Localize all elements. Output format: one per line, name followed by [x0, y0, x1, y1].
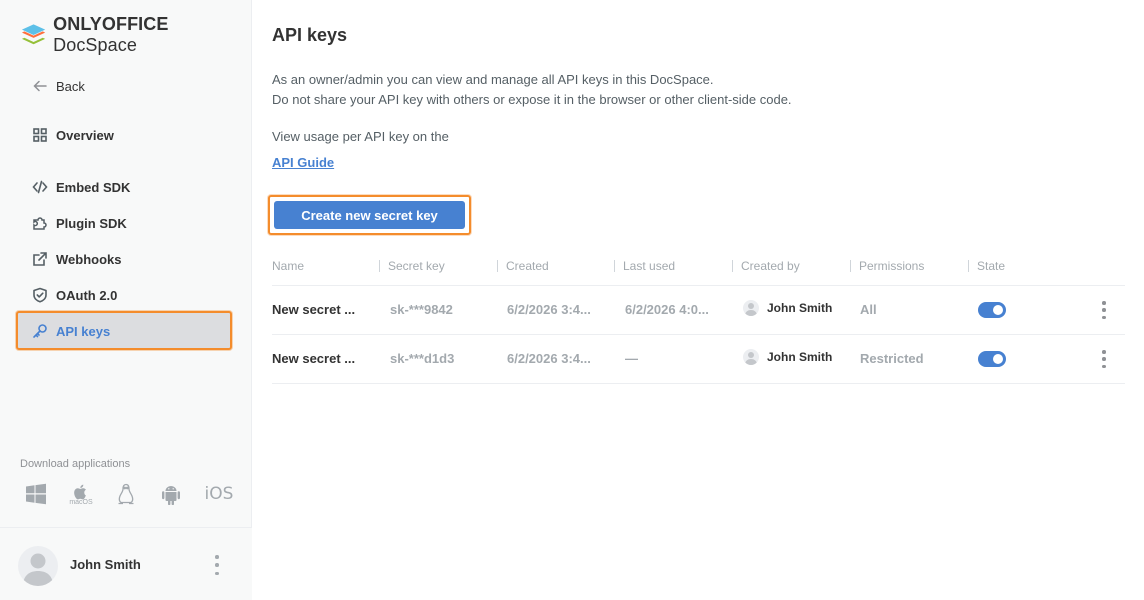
shield-check-icon: [32, 287, 48, 303]
created-by-user: John Smith: [743, 349, 832, 365]
linux-icon[interactable]: [114, 481, 138, 507]
usage-text: View usage per API key on the: [272, 129, 449, 144]
column-header-name[interactable]: Name: [272, 259, 304, 273]
column-header-secret-key[interactable]: Secret key: [379, 259, 445, 273]
key-name: New secret ...: [272, 302, 356, 317]
column-header-created[interactable]: Created: [497, 259, 549, 273]
brand-name: ONLYOFFICE DocSpace: [53, 14, 169, 55]
sidebar-item-webhooks[interactable]: Webhooks: [32, 249, 122, 269]
code-icon: [32, 179, 48, 195]
back-link[interactable]: Back: [32, 76, 85, 96]
create-secret-key-button[interactable]: Create new secret key: [274, 201, 465, 229]
table-row[interactable]: New secret ... sk-***d1d3 6/2/2026 3:4..…: [272, 335, 1125, 384]
description-line: Do not share your API key with others or…: [272, 92, 792, 107]
column-header-created-by[interactable]: Created by: [732, 259, 800, 273]
description-line: As an owner/admin you can view and manag…: [272, 72, 714, 87]
sidebar-item-plugin-sdk[interactable]: Plugin SDK: [32, 213, 127, 233]
state-toggle[interactable]: [978, 351, 1006, 367]
sidebar-item-label: Webhooks: [56, 251, 122, 267]
user-name: John Smith: [70, 557, 141, 572]
user-avatar-icon: [743, 349, 759, 365]
table-row[interactable]: New secret ... sk-***9842 6/2/2026 3:4..…: [272, 286, 1125, 335]
permissions-value: Restricted: [860, 351, 924, 366]
user-menu-button[interactable]: [210, 555, 224, 575]
row-menu-button[interactable]: [1099, 350, 1109, 368]
ios-icon[interactable]: iOS: [204, 481, 234, 507]
key-name: New secret ...: [272, 351, 356, 366]
last-used-date: 6/2/2026 4:0...: [625, 302, 709, 317]
arrow-left-icon: [32, 78, 48, 94]
download-apps-label: Download applications: [20, 458, 131, 470]
api-keys-table: Name Secret key Created Last used Create…: [272, 250, 1125, 384]
windows-icon[interactable]: [24, 481, 48, 507]
sidebar-item-label: OAuth 2.0: [56, 287, 118, 303]
sidebar-item-label: Overview: [56, 127, 114, 143]
sidebar-item-overview[interactable]: Overview: [32, 125, 114, 145]
page-description: As an owner/admin you can view and manag…: [272, 70, 792, 110]
column-header-last-used[interactable]: Last used: [614, 259, 675, 273]
sidebar: ONLYOFFICE DocSpace Back Overview Embed …: [0, 0, 252, 600]
last-used-date: —: [625, 351, 638, 366]
created-by-name: John Smith: [767, 350, 833, 364]
column-header-state[interactable]: State: [968, 259, 1005, 273]
secret-key-value: sk-***9842: [390, 302, 453, 317]
back-label: Back: [56, 78, 85, 94]
column-header-permissions[interactable]: Permissions: [850, 259, 924, 273]
created-date: 6/2/2026 3:4...: [507, 302, 591, 317]
sidebar-item-api-keys[interactable]: API keys: [32, 321, 110, 341]
brand-logo[interactable]: ONLYOFFICE DocSpace: [20, 14, 251, 55]
api-guide-link[interactable]: API Guide: [272, 155, 334, 170]
puzzle-icon: [32, 215, 48, 231]
user-avatar-icon: [743, 300, 759, 316]
onlyoffice-logo-icon: [21, 24, 46, 45]
android-icon[interactable]: [159, 481, 183, 507]
permissions-value: All: [860, 302, 877, 317]
sidebar-item-oauth[interactable]: OAuth 2.0: [32, 285, 117, 305]
page-title: API keys: [272, 25, 348, 45]
download-apps-list: macOS iOS: [24, 481, 255, 507]
main-content: API keys As an owner/admin you can view …: [252, 0, 1144, 600]
created-by-user: John Smith: [743, 300, 832, 316]
created-date: 6/2/2026 3:4...: [507, 351, 591, 366]
key-icon: [32, 323, 48, 339]
sidebar-item-label: API keys: [56, 323, 111, 339]
sidebar-item-embed-sdk[interactable]: Embed SDK: [32, 177, 130, 197]
user-panel: John Smith: [0, 527, 252, 600]
macos-label: macOS: [69, 498, 93, 506]
secret-key-value: sk-***d1d3: [390, 351, 455, 366]
state-toggle[interactable]: [978, 302, 1006, 318]
table-header: Name Secret key Created Last used Create…: [272, 250, 1125, 286]
avatar[interactable]: [18, 546, 58, 586]
grid-icon: [32, 127, 48, 143]
apple-icon[interactable]: macOS: [69, 481, 93, 507]
sidebar-item-label: Embed SDK: [56, 179, 131, 195]
external-link-icon: [32, 251, 48, 267]
created-by-name: John Smith: [767, 301, 833, 315]
ios-label: iOS: [204, 484, 234, 504]
create-button-highlight: Create new secret key: [268, 195, 471, 235]
row-menu-button[interactable]: [1099, 301, 1109, 319]
sidebar-item-label: Plugin SDK: [56, 215, 127, 231]
